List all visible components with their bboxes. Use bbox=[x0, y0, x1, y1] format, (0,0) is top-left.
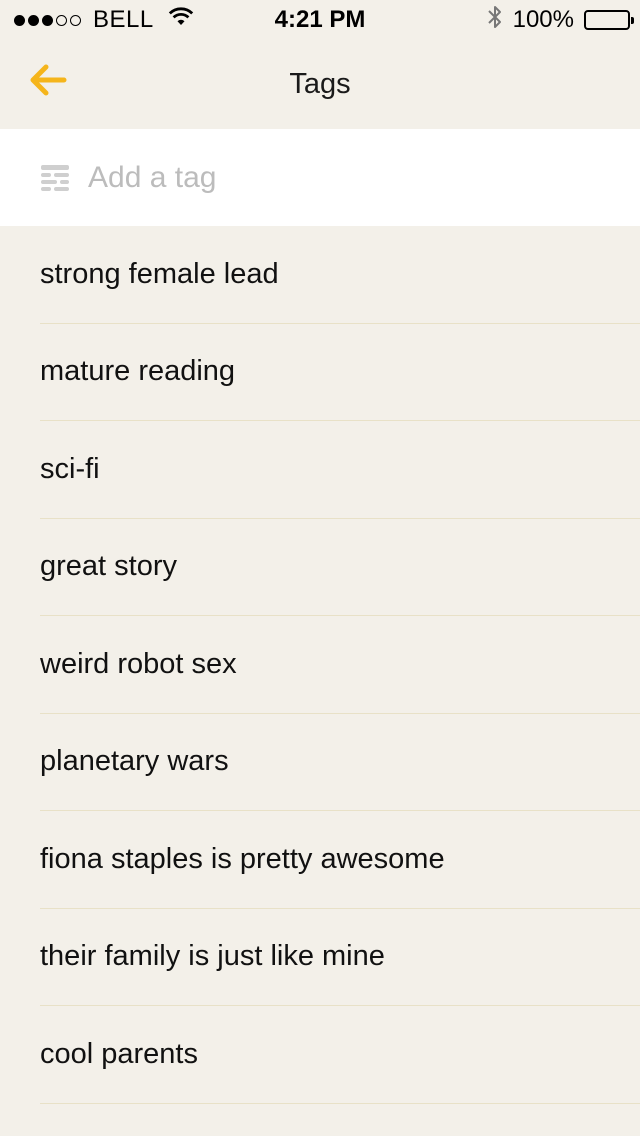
add-tag-row[interactable] bbox=[0, 129, 640, 226]
tag-list-item[interactable]: strong female lead bbox=[40, 226, 640, 324]
tag-list-item[interactable]: sci-fi bbox=[40, 421, 640, 519]
signal-dot bbox=[42, 14, 53, 26]
status-left: BELL bbox=[14, 6, 194, 34]
tag-list-item[interactable]: weird robot sex bbox=[40, 616, 640, 714]
signal-dot bbox=[14, 14, 25, 26]
carrier-name: BELL bbox=[93, 6, 154, 33]
arrow-left-icon bbox=[28, 63, 68, 102]
status-right: 100% bbox=[487, 4, 634, 37]
battery-icon bbox=[584, 10, 634, 30]
signal-strength-icon bbox=[14, 14, 81, 26]
battery-percent: 100% bbox=[512, 6, 574, 33]
tag-list-item[interactable]: mature reading bbox=[40, 324, 640, 421]
tag-list-item[interactable]: planetary wars bbox=[40, 714, 640, 811]
bluetooth-icon bbox=[487, 4, 503, 37]
tags-screen: BELL 4:21 PM 100% Tags Add a tag strong … bbox=[0, 0, 640, 1136]
battery-cap bbox=[631, 17, 634, 24]
wifi-icon bbox=[168, 6, 194, 34]
back-button[interactable] bbox=[22, 58, 74, 106]
tag-field-icon bbox=[40, 163, 70, 193]
tag-list: strong female lead mature reading sci-fi… bbox=[0, 226, 640, 1104]
navigation-bar: Tags bbox=[0, 40, 640, 128]
tag-list-item[interactable]: their family is just like mine bbox=[40, 909, 640, 1006]
signal-dot bbox=[28, 14, 39, 26]
signal-dot bbox=[56, 14, 67, 26]
add-tag-input[interactable] bbox=[88, 160, 608, 195]
tag-list-item[interactable]: fiona staples is pretty awesome bbox=[40, 811, 640, 909]
signal-dot bbox=[70, 14, 81, 26]
tag-list-item[interactable]: cool parents bbox=[40, 1006, 640, 1104]
page-title: Tags bbox=[289, 67, 351, 100]
tag-list-item[interactable]: great story bbox=[40, 519, 640, 616]
status-bar: BELL 4:21 PM 100% bbox=[0, 0, 640, 40]
